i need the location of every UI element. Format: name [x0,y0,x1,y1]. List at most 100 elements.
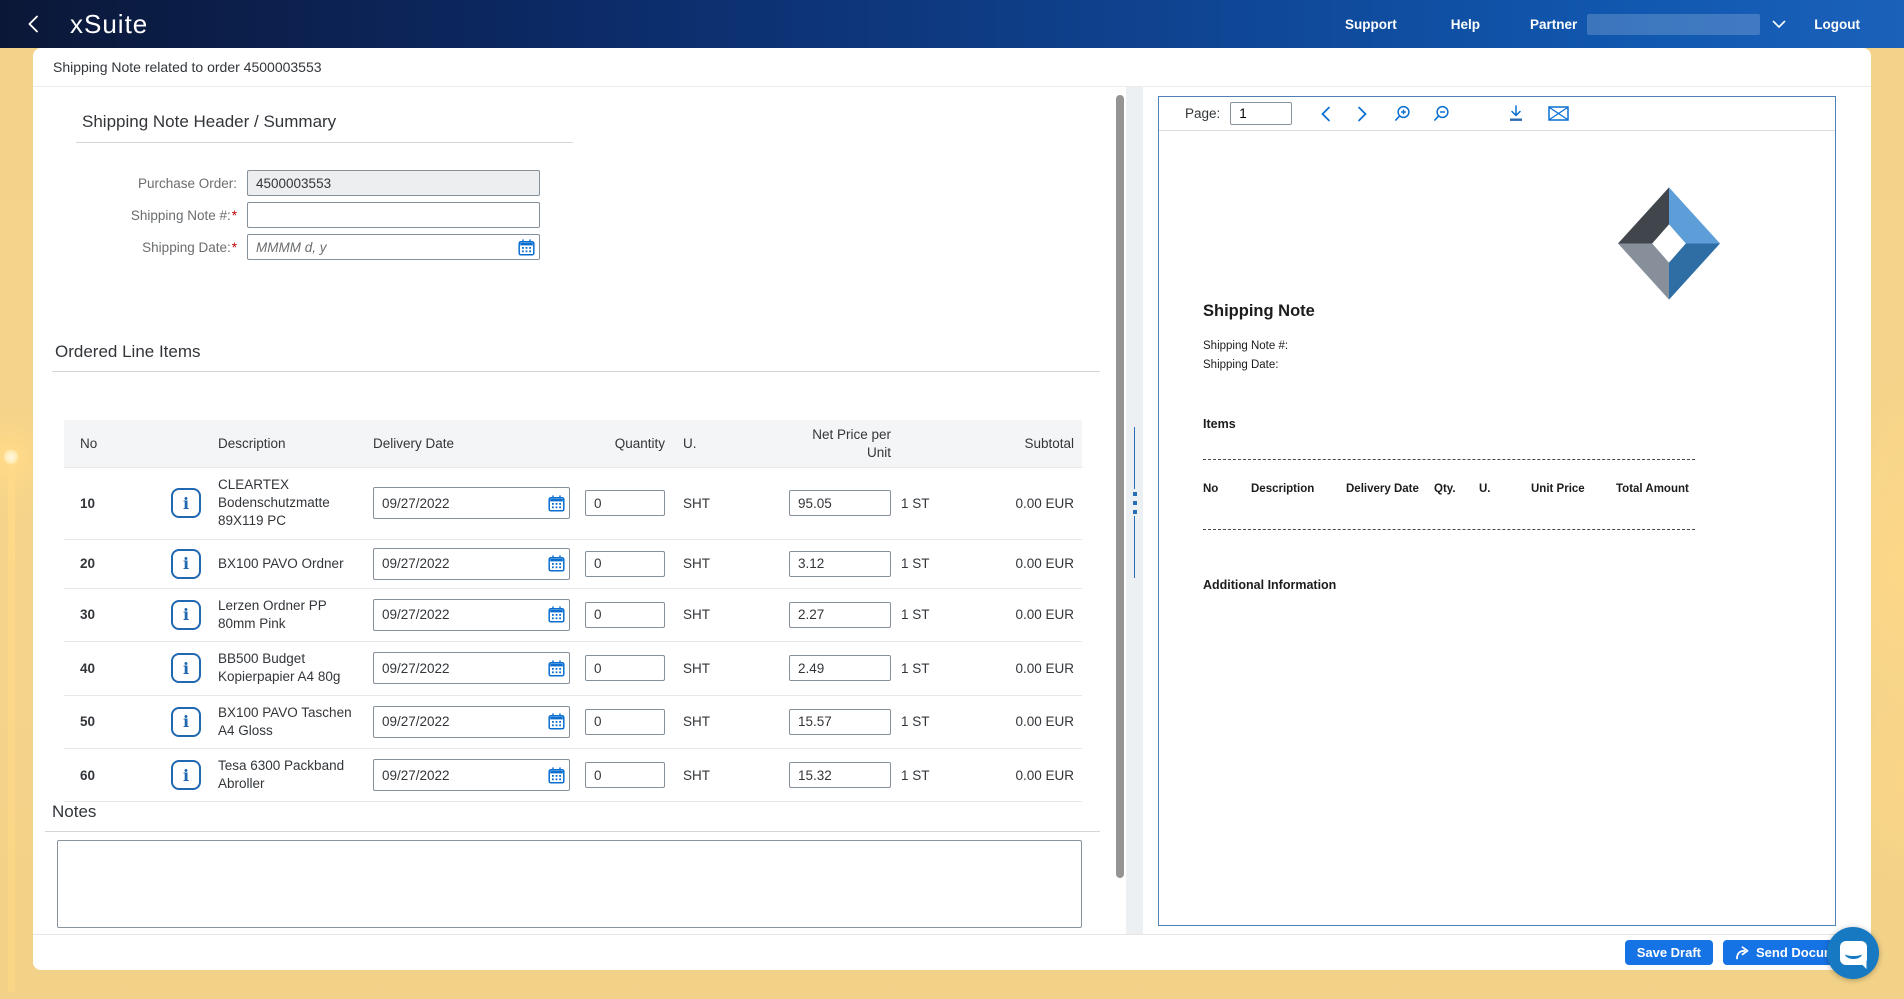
info-icon[interactable]: i [171,488,201,519]
net-price-field[interactable] [789,708,891,735]
net-price-field[interactable] [789,762,891,789]
purchase-order-field[interactable] [247,170,540,196]
info-icon[interactable]: i [171,760,201,791]
delivery-date-field[interactable] [373,487,570,520]
net-price-field[interactable] [789,490,891,517]
next-page-button[interactable] [1357,106,1368,122]
item-net-price-cell [741,655,891,682]
section-title-notes: Notes [52,802,97,821]
item-unit: SHT [683,556,710,572]
scrollbar-thumb[interactable] [1116,95,1124,878]
item-unit: SHT [683,660,710,676]
doc-col-header: Total Amount [1616,483,1689,495]
info-icon[interactable]: i [171,706,201,737]
save-draft-button[interactable]: Save Draft [1624,940,1713,965]
partner-caret[interactable] [1772,20,1786,29]
net-price-field[interactable] [789,550,891,577]
delivery-date-calendar-button[interactable] [547,713,565,731]
vertical-scrollbar[interactable] [1114,87,1126,934]
shipping-note-label: Shipping Note #:* [130,207,237,223]
doc-col-header: Delivery Date [1346,483,1419,495]
item-delivery-date-cell [373,759,585,792]
section-divider [76,142,573,143]
delivery-date-field[interactable] [373,652,570,685]
col-header-no: No [80,436,98,451]
delivery-date-field[interactable] [373,547,570,580]
info-icon[interactable]: i [171,548,201,579]
item-net-price-cell [741,490,891,517]
item-info-cell: i [154,653,218,684]
item-number: 20 [80,556,96,572]
doc-col-header: No [1203,483,1219,495]
purchase-order-label: Purchase Order: [137,175,237,191]
item-delivery-date-cell [373,598,585,631]
chevron-left-icon [1321,106,1331,121]
item-description: BB500 Budget Kopierpapier A4 80g [218,651,341,685]
info-icon[interactable]: i [171,653,201,684]
item-delivery-date-cell [373,487,585,520]
delivery-date-calendar-button[interactable] [547,606,565,624]
support-link[interactable]: Support [1345,17,1397,32]
zoom-in-button[interactable] [1394,105,1411,122]
download-icon [1510,105,1523,121]
item-subtotal: 0.00 EUR [1015,714,1074,730]
item-net-price-cell [741,550,891,577]
send-email-button[interactable] [1548,106,1570,121]
company-logo [1618,187,1720,300]
delivery-date-field[interactable] [373,705,570,738]
quantity-field[interactable] [585,708,665,735]
item-info-cell: i [154,599,218,630]
doc-item-headers: No Description Delivery Date Qty. U. Unit Pri… [1203,483,1723,495]
item-per-unit: 1 ST [901,714,930,730]
quantity-field[interactable] [585,490,665,517]
back-button[interactable] [20,11,46,37]
shipping-date-calendar-button[interactable] [517,238,535,256]
item-unit: SHT [683,495,710,511]
section-divider [52,371,1100,372]
quantity-field[interactable] [585,655,665,682]
item-number: 30 [80,607,96,623]
shipping-note-field[interactable] [247,202,540,228]
delivery-date-calendar-button[interactable] [547,766,565,784]
item-subtotal: 0.00 EUR [1015,767,1074,783]
calendar-icon [547,555,565,572]
doc-title: Shipping Note [1203,302,1315,320]
calendar-icon [517,238,535,256]
item-info-cell: i [154,760,218,791]
delivery-date-calendar-button[interactable] [547,659,565,677]
item-per-unit: 1 ST [901,495,930,511]
previous-page-button[interactable] [1320,106,1331,122]
item-number: 60 [80,767,96,783]
chat-launcher[interactable] [1827,927,1879,979]
zoom-out-button[interactable] [1433,105,1450,122]
doc-shipping-note-label: Shipping Note #: [1203,340,1289,352]
form-pane: Shipping Note Header / Summary Purchase … [33,87,1114,934]
net-price-field[interactable] [789,601,891,628]
delivery-date-calendar-button[interactable] [547,494,565,512]
download-button[interactable] [1508,105,1524,122]
item-description: CLEARTEX Bodenschutzmatte 89X119 PC [218,477,330,529]
quantity-field[interactable] [585,601,665,628]
chevron-down-icon [1772,20,1786,28]
shipping-date-field[interactable] [247,234,540,260]
net-price-field[interactable] [789,655,891,682]
quantity-field[interactable] [585,550,665,577]
logout-link[interactable]: Logout [1814,17,1860,32]
delivery-date-calendar-button[interactable] [547,555,565,573]
main-panel: Shipping Note related to order 450000355… [33,48,1871,970]
splitter-grip-icon[interactable] [1126,427,1143,578]
page-number-input[interactable] [1230,102,1293,125]
line-items-table: No Description Delivery Date Quantity U.… [64,420,1082,803]
help-link[interactable]: Help [1451,17,1480,32]
quantity-field[interactable] [585,762,665,789]
delivery-date-field[interactable] [373,598,570,631]
chevron-left-icon [28,15,38,33]
delivery-date-field[interactable] [373,759,570,792]
notes-textarea[interactable] [57,840,1082,928]
pane-splitter[interactable] [1126,87,1143,934]
info-icon[interactable]: i [171,599,201,630]
partner-select[interactable] [1587,13,1761,35]
line-item-row: 20 i BX100 PAVO Ordner SHT 1 ST 0.00 EUR [64,538,1082,588]
item-per-unit: 1 ST [901,660,930,676]
item-subtotal: 0.00 EUR [1015,556,1074,572]
